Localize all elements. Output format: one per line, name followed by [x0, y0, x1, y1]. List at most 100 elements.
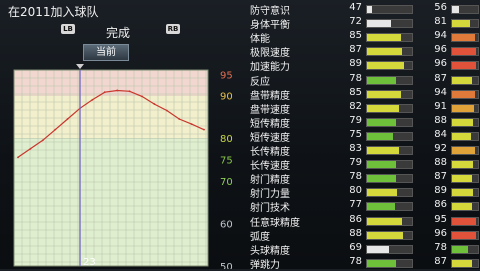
data-point: [103, 91, 106, 94]
mode-label: 完成: [106, 26, 131, 40]
data-point: [165, 109, 168, 112]
stat-potential-bar: [451, 5, 479, 14]
y-tick-label: 75: [220, 155, 233, 166]
stat-current-value: 85: [349, 86, 362, 98]
stat-potential-bar: [451, 216, 479, 226]
stat-row: 弧度 88 96: [246, 227, 480, 243]
stat-current-bar: [366, 174, 413, 184]
stat-potential-bar: [451, 61, 479, 71]
stat-potential-bar: [451, 160, 479, 170]
chart-zone: [14, 138, 208, 266]
stat-potential-value: 94: [434, 30, 447, 42]
stat-current-value: 75: [349, 128, 362, 140]
data-point: [190, 123, 193, 126]
stat-current-bar: [366, 188, 413, 198]
stat-current-bar: [366, 117, 413, 127]
data-point: [141, 95, 143, 98]
data-point: [17, 156, 19, 159]
stat-row: 弹跳力 78 87: [246, 255, 480, 271]
stat-potential-value: 96: [434, 44, 447, 56]
lb-button-icon[interactable]: LB: [61, 24, 75, 34]
stat-row: 任意球精度 86 95: [246, 213, 480, 229]
stat-row: 体能 85 94: [246, 29, 480, 45]
stat-current-bar: [366, 5, 413, 14]
stat-current-value: 47: [349, 2, 362, 13]
stat-potential-value: 92: [434, 143, 447, 154]
current-tab[interactable]: 当前: [83, 44, 129, 61]
stat-potential-bar: [451, 230, 479, 240]
stat-row: 盘带精度 85 94: [246, 86, 480, 102]
stat-potential-bar: [451, 117, 479, 127]
stat-current-bar: [366, 258, 413, 268]
stat-current-value: 69: [349, 241, 362, 253]
stat-row: 加速能力 89 96: [246, 57, 480, 73]
stat-current-bar: [366, 244, 413, 254]
stat-current-value: 78: [349, 171, 362, 183]
stat-row: 反应 78 87: [246, 72, 480, 88]
stat-potential-value: 87: [434, 72, 447, 84]
stat-current-value: 83: [349, 143, 362, 154]
stat-current-value: 89: [349, 58, 362, 70]
stat-current-value: 78: [349, 255, 362, 267]
stat-potential-bar: [451, 103, 479, 113]
stat-potential-value: 81: [434, 16, 447, 28]
stat-current-value: 79: [349, 157, 362, 169]
stat-current-bar: [366, 202, 413, 212]
stat-current-bar: [366, 89, 413, 99]
stat-potential-bar: [451, 33, 479, 43]
rb-button-icon[interactable]: RB: [166, 24, 180, 34]
stat-current-value: 85: [349, 30, 362, 42]
y-tick-label: 70: [220, 177, 233, 188]
stat-potential-bar: [451, 89, 479, 99]
data-point: [128, 90, 131, 93]
data-point: [91, 98, 94, 101]
stat-potential-value: 56: [434, 2, 447, 13]
stat-current-value: 87: [349, 44, 362, 56]
stat-row: 长传速度 79 88: [246, 156, 480, 172]
data-point: [66, 118, 69, 120]
stat-current-bar: [366, 146, 413, 155]
stat-potential-bar: [451, 258, 479, 268]
y-tick-label: 80: [220, 134, 233, 145]
stat-row: 短传精度 79 88: [246, 114, 480, 130]
stat-row: 射门力量 80 89: [246, 184, 480, 200]
stat-current-value: 82: [349, 100, 362, 112]
stat-current-bar: [366, 19, 413, 29]
stat-row: 长传精度 83 92: [246, 142, 480, 158]
stat-current-bar: [366, 33, 413, 43]
stat-potential-bar: [451, 19, 479, 29]
stat-potential-value: 78: [434, 241, 447, 253]
stat-current-value: 80: [349, 185, 362, 197]
stat-current-bar: [366, 75, 413, 85]
stat-potential-value: 84: [434, 128, 447, 140]
y-tick-label: 50: [220, 262, 233, 269]
stat-potential-bar: [451, 188, 479, 198]
stat-row: 射门精度 78 87: [246, 170, 480, 186]
stat-row: 防守意识 47 56: [246, 1, 480, 17]
stat-current-value: 72: [349, 16, 362, 28]
stat-current-bar: [366, 131, 413, 141]
growth-panel: 在2011加入球队 LB 完成 RB 当前 23 95 90 80 75 70 60 50: [0, 0, 246, 269]
marker-arrow-icon: [76, 64, 84, 69]
data-point: [153, 103, 156, 105]
stat-current-value: 79: [349, 114, 362, 126]
stat-row: 头球精度 69 78: [246, 241, 480, 257]
stat-current-bar: [366, 47, 413, 57]
stat-current-bar: [366, 160, 413, 170]
y-tick-label: 60: [220, 219, 233, 230]
stat-potential-value: 96: [434, 58, 447, 70]
y-tick-label: 90: [220, 92, 233, 103]
stat-potential-value: 87: [434, 255, 447, 267]
stat-potential-bar: [451, 146, 479, 155]
y-tick-label: 95: [220, 70, 233, 81]
stat-potential-value: 88: [434, 114, 447, 126]
stat-current-bar: [366, 216, 413, 226]
stat-current-bar: [366, 230, 413, 240]
stat-current-value: 86: [349, 213, 362, 225]
data-point: [178, 118, 181, 120]
stat-potential-bar: [451, 131, 479, 141]
stat-current-value: 77: [349, 199, 362, 211]
data-point: [54, 128, 57, 131]
data-point: [203, 128, 205, 131]
joined-team-title: 在2011加入球队: [8, 5, 99, 19]
